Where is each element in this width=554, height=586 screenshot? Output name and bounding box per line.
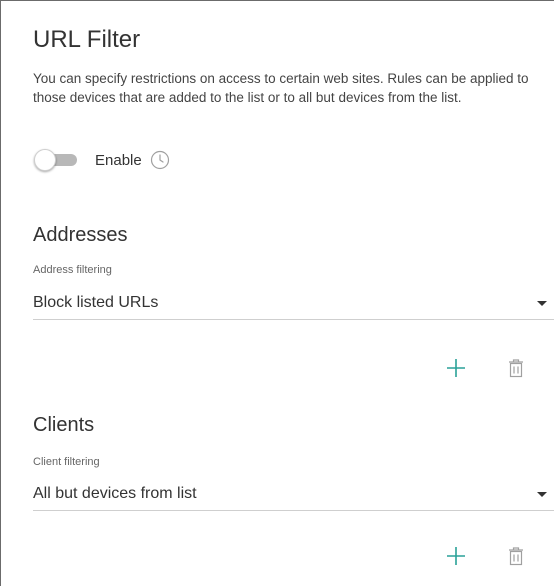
trash-icon (509, 547, 523, 566)
enable-row: Enable (33, 146, 170, 174)
delete-client-button[interactable] (504, 544, 528, 568)
page-title: URL Filter (33, 26, 141, 53)
address-filtering-select[interactable]: Block listed URLs (33, 288, 554, 320)
address-filtering-label: Address filtering (33, 264, 112, 276)
clock-icon[interactable] (150, 150, 170, 170)
trash-icon (509, 359, 523, 378)
delete-address-button[interactable] (504, 356, 528, 380)
address-filtering-value: Block listed URLs (33, 294, 159, 311)
addresses-heading: Addresses (33, 224, 128, 246)
caret-down-icon (537, 492, 547, 497)
page-description: You can specify restrictions on access t… (33, 71, 529, 105)
plus-icon (447, 547, 465, 565)
enable-toggle[interactable] (33, 146, 79, 174)
client-filtering-label: Client filtering (33, 456, 100, 468)
add-client-button[interactable] (444, 544, 468, 568)
plus-icon (447, 359, 465, 377)
clients-heading: Clients (33, 414, 95, 436)
client-filtering-value: All but devices from list (33, 485, 197, 502)
caret-down-icon (537, 301, 547, 306)
enable-label: Enable (95, 151, 142, 169)
client-filtering-select[interactable]: All but devices from list (33, 479, 554, 511)
toggle-knob (34, 149, 56, 171)
add-address-button[interactable] (444, 356, 468, 380)
